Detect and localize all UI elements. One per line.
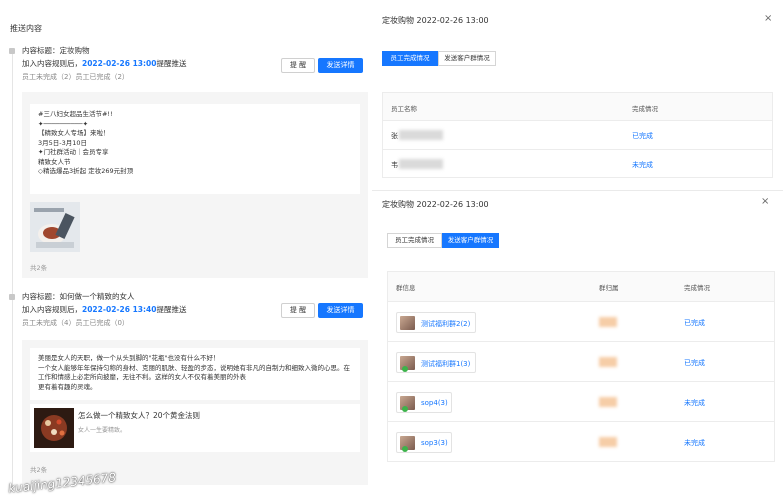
wechat-badge-icon [402,366,408,372]
group-name: 测试福利群2(2) [421,320,471,328]
image-attachment[interactable] [30,202,80,252]
link-title: 怎么做一个精致女人？20个黄金法则 [78,411,201,420]
remind-button[interactable]: 提 醒 [281,58,315,73]
group-chip[interactable]: sop3(3) [396,432,452,453]
item-count: 共2条 [30,264,48,272]
column-header: 群归属 [599,284,619,292]
redacted-owner [599,357,617,367]
timeline-dot [9,48,15,54]
table-row: 韦 未完成 [383,150,772,178]
group-chip[interactable]: 测试福利群2(2) [396,312,476,333]
table-row: sop3(3) 未完成 [388,422,774,462]
content-item: 内容标题：如何做一个精致的女人 加入内容规则后，2022-02-26 13:40… [22,291,368,329]
push-content-panel: 推送内容 内容标题：定妆购物 加入内容规则后，2022-02-26 13:00提… [0,0,372,500]
link-thumbnail [34,408,74,448]
completion-status: 员工未完成（4）员工已完成（0） [22,319,129,327]
rule-line: 加入内容规则后，2022-02-26 13:00提醒推送 [22,59,187,68]
close-icon[interactable]: × [761,196,769,207]
push-time: 2022-02-26 13:40 [82,305,157,314]
wechat-badge-icon [402,406,408,412]
redacted-owner [599,317,617,327]
completion-status: 已完成 [632,132,653,140]
group-avatar [400,316,415,330]
remind-button[interactable]: 提 醒 [281,303,315,318]
redacted-name [399,130,443,140]
column-header: 完成情况 [632,105,658,113]
table-row: 张 已完成 [383,121,772,150]
content-preview: 美丽是女人的天职，做一个从头到脚的"花瓶"也没有什么不好！ 一个女人能够年年保持… [22,340,368,485]
send-detail-button[interactable]: 发送详情 [318,58,363,73]
tab-group-send[interactable]: 发送客户群情况 [438,51,496,66]
content-title: 内容标题：定妆购物 [22,46,90,55]
completion-status: 未完成 [684,439,705,447]
table-header: 群信息 群归属 完成情况 [388,272,774,302]
item-count: 共2条 [30,466,48,474]
rule-line: 加入内容规则后，2022-02-26 13:40提醒推送 [22,305,187,314]
timeline-line [12,48,13,488]
group-table: 群信息 群归属 完成情况 测试福利群2(2) 已完成 测试福利群1(3) 已完成… [387,271,775,462]
table-row: 测试福利群2(2) 已完成 [388,302,774,342]
table-row: 测试福利群1(3) 已完成 [388,342,774,382]
completion-status: 未完成 [632,161,653,169]
wechat-badge-icon [402,446,408,452]
group-send-dialog: 定妆购物 2022-02-26 13:00 × 员工完成情况 发送客户群情况 群… [372,191,783,500]
dialog-title: 定妆购物 2022-02-26 13:00 [382,16,489,25]
group-name: sop4(3) [421,399,448,407]
column-header: 员工名称 [391,105,417,113]
link-subtitle: 女人一生要精致。 [78,427,127,434]
send-detail-button[interactable]: 发送详情 [318,303,363,318]
redacted-owner [599,397,617,407]
push-time: 2022-02-26 13:00 [82,59,157,68]
completion-status: 已完成 [684,359,705,367]
content-item: 内容标题：定妆购物 加入内容规则后，2022-02-26 13:00提醒推送 员… [22,45,368,83]
completion-status: 已完成 [684,319,705,327]
content-title: 内容标题：如何做一个精致的女人 [22,292,135,301]
column-header: 群信息 [396,284,416,292]
tab-employee-completion[interactable]: 员工完成情况 [387,233,442,248]
close-icon[interactable]: × [764,13,772,24]
dialog-title: 定妆购物 2022-02-26 13:00 [382,200,489,209]
employee-completion-dialog: 定妆购物 2022-02-26 13:00 × 员工完成情况 发送客户群情况 员… [372,0,783,190]
group-name: 测试福利群1(3) [421,360,471,368]
column-header: 完成情况 [684,284,710,292]
table-row: sop4(3) 未完成 [388,382,774,422]
group-avatar [400,396,415,412]
employee-table: 员工名称 完成情况 张 已完成 韦 未完成 [382,92,773,178]
redacted-name [399,159,443,169]
employee-name: 张 [391,132,398,140]
table-header: 员工名称 完成情况 [383,93,772,121]
content-preview: #三八妇女超品生活节#!! ✦──────────✦ 【精致女人专场】来啦！ 3… [22,92,368,278]
completion-status: 未完成 [684,399,705,407]
completion-status: 员工未完成（2）员工已完成（2） [22,73,129,81]
timeline-dot [9,294,15,300]
panel-title: 推送内容 [10,24,42,33]
group-avatar [400,436,415,452]
group-chip[interactable]: 测试福利群1(3) [396,352,476,373]
group-chip[interactable]: sop4(3) [396,392,452,413]
group-avatar [400,356,415,372]
redacted-owner [599,437,617,447]
group-name: sop3(3) [421,439,448,447]
message-text: 美丽是女人的天职，做一个从头到脚的"花瓶"也没有什么不好！ 一个女人能够年年保持… [30,348,360,400]
tab-employee-completion[interactable]: 员工完成情况 [382,51,438,66]
message-text: #三八妇女超品生活节#!! ✦──────────✦ 【精致女人专场】来啦！ 3… [30,104,360,194]
link-card[interactable]: 怎么做一个精致女人？20个黄金法则 女人一生要精致。 [30,404,360,452]
employee-name: 韦 [391,161,398,169]
tab-group-send[interactable]: 发送客户群情况 [442,233,499,248]
